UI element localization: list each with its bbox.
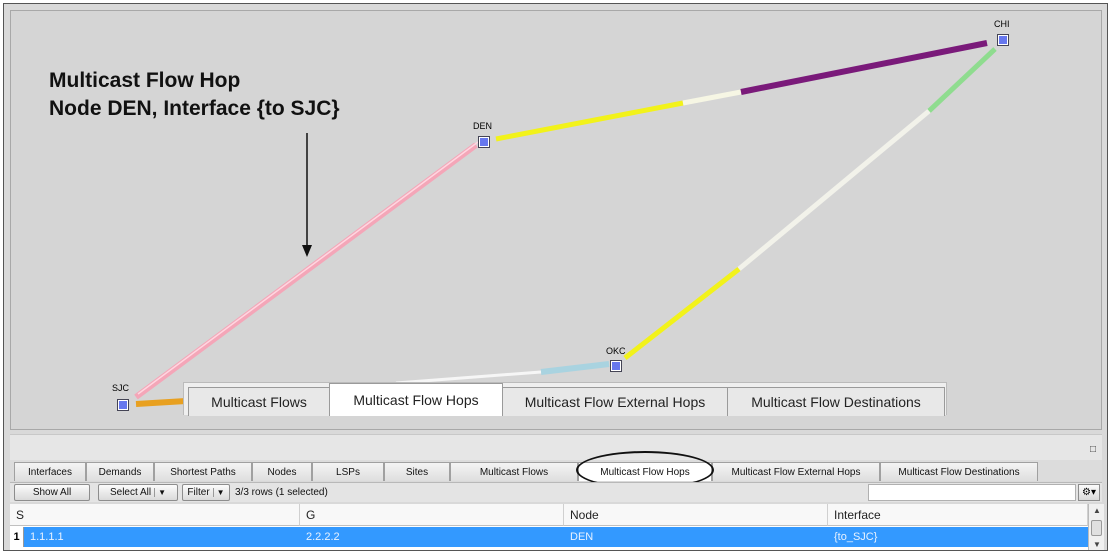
column-header-g[interactable]: G [300, 504, 564, 526]
column-header-node[interactable]: Node [564, 504, 828, 526]
node-label-chi: CHI [994, 19, 1010, 29]
link-okc-sjc-lightblue [540, 361, 610, 375]
node-sjc-icon[interactable] [117, 399, 129, 411]
app-window: Multicast Flow Hop Node DEN, Interface {… [3, 3, 1108, 551]
tab-multicast-flows[interactable]: Multicast Flows [450, 462, 578, 481]
table-vertical-scrollbar[interactable]: ▲ ▼ [1088, 504, 1104, 550]
gear-icon: ⚙▾ [1082, 487, 1096, 498]
show-all-button[interactable]: Show All [14, 484, 90, 501]
tab-multicast-flow-destinations[interactable]: Multicast Flow Destinations [880, 462, 1038, 481]
zoom-tab-multicast-flow-external-hops[interactable]: Multicast Flow External Hops [502, 387, 728, 416]
row-number: 1 [10, 527, 24, 547]
multicast-flow-hops-table: S G Node Interface 1 1.1.1.1 2.2.2.2 DEN… [10, 504, 1088, 550]
link-sjc-den [134, 142, 478, 400]
column-header-interface[interactable]: Interface [828, 504, 1088, 526]
node-den-icon[interactable] [478, 136, 490, 148]
network-map[interactable]: Multicast Flow Hop Node DEN, Interface {… [10, 10, 1102, 430]
chevron-down-icon: ▼ [154, 488, 166, 497]
table-row[interactable]: 1 1.1.1.1 2.2.2.2 DEN {to_SJC} [10, 527, 1088, 547]
annotation-arrow-head [302, 245, 312, 257]
panel-splitter[interactable]: □ [10, 434, 1102, 460]
tab-multicast-flow-external-hops[interactable]: Multicast Flow External Hops [712, 462, 880, 481]
zoom-tab-multicast-flow-destinations[interactable]: Multicast Flow Destinations [727, 387, 945, 416]
tab-shortest-paths[interactable]: Shortest Paths [154, 462, 252, 481]
filter-label: Filter [187, 487, 210, 498]
tab-lsps[interactable]: LSPs [312, 462, 384, 481]
scroll-down-icon[interactable]: ▼ [1093, 540, 1101, 549]
node-chi-icon[interactable] [997, 34, 1009, 46]
scroll-thumb[interactable] [1091, 520, 1102, 536]
scroll-up-icon[interactable]: ▲ [1093, 506, 1101, 515]
cell-interface[interactable]: {to_SJC} [828, 527, 1088, 547]
zoom-tab-multicast-flow-hops[interactable]: Multicast Flow Hops [329, 383, 503, 416]
link-den-chi-yellow [495, 100, 684, 142]
zoomed-tab-strip: Multicast Flows Multicast Flow Hops Mult… [183, 382, 947, 416]
table-tab-bar: Interfaces Demands Shortest Paths Nodes … [10, 460, 1102, 481]
select-all-label: Select All [109, 487, 152, 498]
link-chi-okc-white [737, 109, 931, 271]
link-sjc-den-highlight [137, 141, 479, 395]
restore-window-icon[interactable]: □ [1090, 444, 1096, 455]
tab-interfaces[interactable]: Interfaces [14, 462, 86, 481]
node-label-den: DEN [473, 121, 493, 131]
cell-g[interactable]: 2.2.2.2 [300, 527, 564, 547]
node-label-sjc: SJC [112, 383, 130, 393]
zoom-tab-multicast-flows[interactable]: Multicast Flows [188, 387, 330, 416]
row-count-status: 3/3 rows (1 selected) [235, 487, 328, 498]
link-den-chi-purple [740, 40, 988, 95]
table-settings-button[interactable]: ⚙▾ [1078, 484, 1100, 501]
tab-multicast-flow-hops[interactable]: Multicast Flow Hops [578, 462, 712, 481]
filter-input[interactable] [868, 484, 1076, 501]
table-toolbar: Show All Select All ▼ Filter ▼ 3/3 rows … [10, 482, 1102, 502]
tab-sites[interactable]: Sites [384, 462, 450, 481]
show-all-label: Show All [32, 487, 72, 498]
link-chi-okc-green [927, 47, 997, 113]
select-all-dropdown[interactable]: Select All ▼ [98, 484, 178, 501]
tab-nodes[interactable]: Nodes [252, 462, 312, 481]
cell-node[interactable]: DEN [564, 527, 828, 547]
column-header-s[interactable]: S [10, 504, 300, 526]
tab-demands[interactable]: Demands [86, 462, 154, 481]
link-chi-okc-yellow [623, 267, 741, 360]
cell-s[interactable]: 1.1.1.1 [24, 527, 300, 547]
annotation-line-1: Multicast Flow Hop [49, 69, 241, 92]
annotation-line-2: Node DEN, Interface {to SJC} [49, 97, 340, 120]
node-okc-icon[interactable] [610, 360, 622, 372]
filter-dropdown[interactable]: Filter ▼ [182, 484, 230, 501]
annotation-text: Multicast Flow Hop Node DEN, Interface {… [49, 67, 340, 123]
node-label-okc: OKC [606, 346, 626, 356]
chevron-down-icon: ▼ [212, 488, 225, 497]
link-den-chi-white [682, 89, 742, 106]
link-sjc-orange [135, 398, 187, 407]
